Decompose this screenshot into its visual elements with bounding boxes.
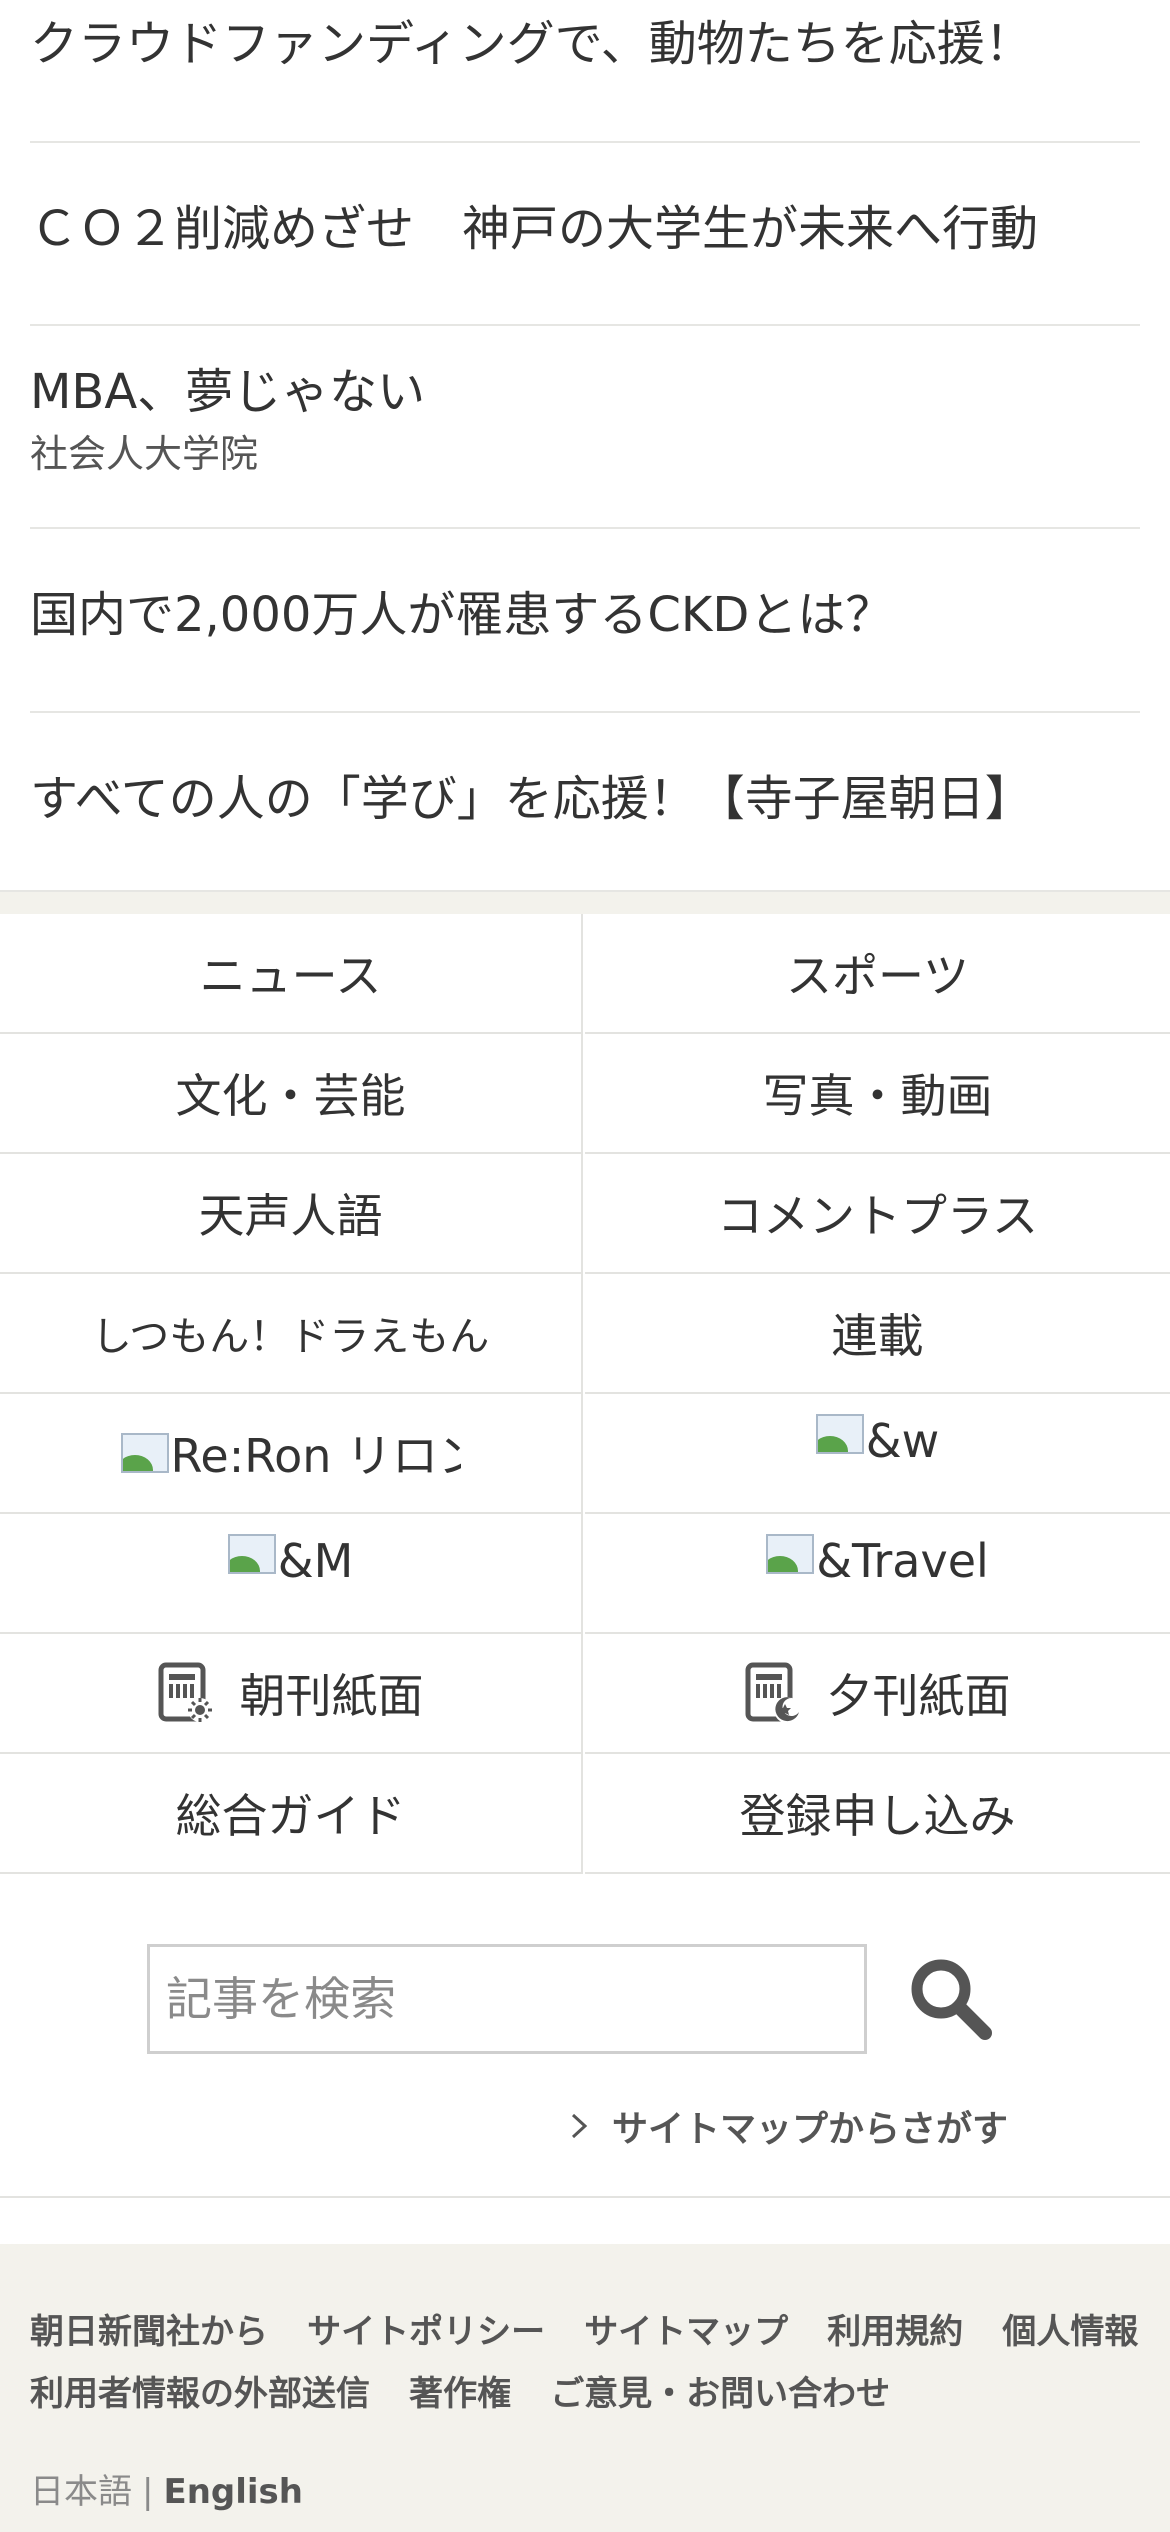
promo-title[interactable]: クラウドファンディングで、動物たちを応援！	[30, 16, 1033, 74]
evening-paper-icon	[745, 1662, 800, 1723]
nav-register[interactable]: 登録申し込み	[585, 1754, 1170, 1874]
footer-link-contact[interactable]: ご意見・お問い合わせ	[550, 2374, 890, 2414]
search-icon[interactable]	[905, 1953, 995, 2043]
promo-subtitle: 社会人大学院	[30, 432, 259, 476]
nav-tensei-jingo[interactable]: 天声人語	[0, 1154, 583, 1274]
nav-label: &M	[277, 1534, 354, 1588]
nav-label: 写真・動画	[762, 1069, 993, 1123]
nav-label: 天声人語	[198, 1189, 383, 1243]
promo-title[interactable]: ＣＯ２削減めざせ 神戸の大学生が未来へ行動	[30, 201, 1038, 259]
footer-link-sitemap[interactable]: サイトマップ	[584, 2312, 788, 2352]
footer-link-copyright[interactable]: 著作権	[409, 2374, 511, 2414]
section-divider-band	[0, 890, 1170, 914]
divider	[0, 2196, 1170, 2198]
nav-label: 総合ガイド	[175, 1789, 406, 1843]
nav-label: コメントプラス	[716, 1189, 1039, 1243]
nav-evening-paper[interactable]: 夕刊紙面	[585, 1634, 1170, 1754]
broken-image-icon	[227, 1534, 276, 1574]
promo-item[interactable]: 国内で2,000万人が罹患するCKDとは？	[30, 529, 1140, 713]
nav-label: 文化・芸能	[175, 1069, 406, 1123]
nav-series[interactable]: 連載	[585, 1274, 1170, 1394]
promo-item[interactable]: MBA、夢じゃない 社会人大学院	[30, 326, 1140, 529]
search-input[interactable]	[147, 1944, 867, 2054]
nav-label: 朝刊紙面	[239, 1669, 424, 1723]
broken-image-icon	[766, 1534, 815, 1574]
nav-label: Re:Ron リロン	[170, 1429, 461, 1483]
nav-culture[interactable]: 文化・芸能	[0, 1034, 583, 1154]
nav-label: しつもん！ドラえもん	[91, 1314, 490, 1360]
nav-reron[interactable]: Re:Ron リロン	[0, 1394, 583, 1514]
nav-doraemon[interactable]: しつもん！ドラえもん	[0, 1274, 583, 1394]
footer-links-row: 朝日新聞社から サイトポリシー サイトマップ 利用規約 個人情報	[30, 2304, 1170, 2353]
promo-title[interactable]: すべての人の「学び」を応援！【寺子屋朝日】	[30, 771, 1033, 829]
language-switcher: 日本語 | English	[30, 2464, 303, 2513]
nav-news[interactable]: ニュース	[0, 914, 583, 1034]
lang-separator: |	[142, 2472, 154, 2512]
footer-link-site-policy[interactable]: サイトポリシー	[307, 2312, 545, 2352]
nav-photo-video[interactable]: 写真・動画	[585, 1034, 1170, 1154]
nav-label: 連載	[831, 1309, 924, 1363]
nav-sports[interactable]: スポーツ	[585, 914, 1170, 1034]
promo-title[interactable]: MBA、夢じゃない	[30, 364, 425, 422]
nav-and-w[interactable]: &w	[585, 1394, 1170, 1514]
footer-links-row: 利用者情報の外部送信 著作権 ご意見・お問い合わせ	[30, 2366, 924, 2415]
lang-english-link[interactable]: English	[163, 2472, 303, 2512]
nav-label: &Travel	[816, 1534, 989, 1588]
promo-item[interactable]: すべての人の「学び」を応援！【寺子屋朝日】	[30, 713, 1140, 890]
nav-label: スポーツ	[785, 949, 970, 1003]
promo-title[interactable]: 国内で2,000万人が罹患するCKDとは？	[30, 587, 893, 645]
footer-link-privacy[interactable]: 個人情報	[1002, 2312, 1138, 2352]
nav-and-travel[interactable]: &Travel	[585, 1514, 1170, 1634]
nav-comment-plus[interactable]: コメントプラス	[585, 1154, 1170, 1274]
morning-paper-icon	[158, 1662, 212, 1722]
nav-label: ニュース	[199, 949, 382, 1003]
sitemap-search-link[interactable]: サイトマップからさがす	[568, 2100, 1008, 2152]
broken-image-icon	[120, 1433, 169, 1473]
promo-item[interactable]: ＣＯ２削減めざせ 神戸の大学生が未来へ行動	[30, 143, 1140, 326]
nav-label: 登録申し込み	[739, 1789, 1016, 1843]
nav-label: 夕刊紙面	[826, 1669, 1011, 1723]
nav-guide[interactable]: 総合ガイド	[0, 1754, 583, 1874]
footer-link-external-transmission[interactable]: 利用者情報の外部送信	[30, 2374, 370, 2414]
nav-morning-paper[interactable]: 朝刊紙面	[0, 1634, 583, 1754]
sitemap-link-label: サイトマップからさがす	[612, 2109, 1009, 2150]
nav-label: &w	[865, 1414, 940, 1468]
footer-link-about[interactable]: 朝日新聞社から	[30, 2312, 268, 2352]
broken-image-icon	[815, 1414, 864, 1454]
category-nav-grid: ニュース スポーツ 文化・芸能 写真・動画 天声人語 コメントプラス しつもん！…	[0, 914, 1170, 1874]
nav-and-m[interactable]: &M	[0, 1514, 583, 1634]
promo-item[interactable]: クラウドファンディングで、動物たちを応援！	[30, 0, 1140, 143]
chevron-right-icon	[571, 2113, 588, 2139]
lang-japanese: 日本語	[30, 2472, 132, 2512]
footer: 朝日新聞社から サイトポリシー サイトマップ 利用規約 個人情報 利用者情報の外…	[0, 2244, 1170, 2532]
footer-link-terms[interactable]: 利用規約	[827, 2312, 963, 2352]
